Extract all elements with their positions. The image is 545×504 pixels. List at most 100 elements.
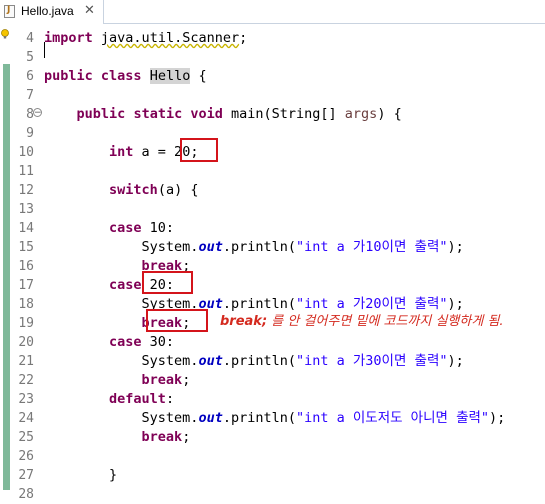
line-number: 14 [18, 221, 34, 236]
code-token: default [109, 391, 166, 407]
editor-tab-bar: J Hello.java ✕ [0, 0, 545, 24]
code-line[interactable]: 7 [0, 86, 545, 105]
code-token: ; [182, 429, 191, 445]
code-token: main(String[] [222, 106, 345, 122]
code-token: out [198, 410, 223, 426]
line-number: 4 [26, 31, 34, 46]
line-number: 6 [26, 69, 34, 84]
code-text: default: [44, 390, 174, 409]
line-number: 12 [18, 183, 34, 198]
code-token: switch [109, 182, 158, 198]
code-line[interactable]: 16 break; [0, 257, 545, 276]
code-line[interactable]: 25 break; [0, 428, 545, 447]
line-number: 5 [26, 50, 34, 65]
line-number: 23 [18, 392, 34, 407]
code-token: : [165, 391, 175, 407]
code-line[interactable]: 13 [0, 200, 545, 219]
code-line[interactable]: 26 [0, 447, 545, 466]
highlight-box-case-20 [142, 271, 193, 294]
code-line[interactable]: 20 case 30: [0, 333, 545, 352]
code-line[interactable]: 28 [0, 485, 545, 504]
highlight-box-value-20 [180, 138, 218, 162]
code-line[interactable]: 23 default: [0, 390, 545, 409]
code-token: .println( [222, 239, 296, 255]
code-token: ); [447, 353, 464, 369]
code-text: public class Hello { [44, 67, 207, 86]
code-text: switch(a) { [44, 181, 198, 200]
code-line[interactable]: 9 [0, 124, 545, 143]
code-token: int [109, 144, 134, 160]
code-token: import [44, 30, 93, 46]
code-line[interactable]: 22 break; [0, 371, 545, 390]
code-text: case 10: [44, 219, 174, 238]
code-line[interactable]: 27 } [0, 466, 545, 485]
code-line[interactable]: 21 System.out.println("int a 가30이면 출력"); [0, 352, 545, 371]
annotation-note: break; 를 안 걸어주면 밑에 코드까지 실행하게 됨. [220, 310, 504, 329]
code-token: System. [44, 353, 199, 369]
code-token: { [190, 68, 207, 84]
code-token: case [109, 220, 142, 236]
code-text: System.out.println("int a 이도저도 아니면 출력"); [44, 409, 506, 428]
line-number: 20 [18, 335, 34, 350]
code-line[interactable]: 14 case 10: [0, 219, 545, 238]
code-line[interactable]: 4 import java.util.Scanner; [0, 29, 545, 48]
line-number: 16 [18, 259, 34, 274]
close-tab-icon[interactable]: ✕ [84, 3, 95, 18]
code-line[interactable]: 5 [0, 48, 545, 67]
line-number: 22 [18, 373, 34, 388]
line-number: 11 [18, 164, 34, 179]
code-text: } [44, 466, 117, 485]
code-text: break; [44, 371, 191, 390]
annotation-text: 를 안 걸어주면 밑에 코드까지 실행하게 됨. [267, 314, 504, 329]
code-line[interactable]: 17 case 20: [0, 276, 545, 295]
tab-hello-java[interactable]: J Hello.java ✕ [0, 0, 104, 24]
code-token: case [109, 334, 142, 350]
code-token: .println( [222, 410, 296, 426]
code-text: case 30: [44, 333, 174, 352]
code-token: public [44, 68, 93, 84]
code-line[interactable]: 15 System.out.println("int a 가10이면 출력"); [0, 238, 545, 257]
line-number: 10 [18, 145, 34, 160]
fold-toggle-icon[interactable]: − [33, 108, 42, 118]
code-line[interactable]: 24 System.out.println("int a 이도저도 아니면 출력… [0, 409, 545, 428]
code-line[interactable]: 8− public static void main(String[] args… [0, 105, 545, 124]
code-token: ); [489, 410, 506, 426]
code-token: (a) { [157, 182, 199, 198]
line-number: 9 [26, 126, 34, 141]
code-token: 30: [141, 334, 175, 350]
code-token: out [198, 239, 223, 255]
line-number: 19 [18, 316, 34, 331]
code-token: class [100, 68, 142, 84]
line-number: 13 [18, 202, 34, 217]
code-token: out [198, 353, 223, 369]
code-token: void [190, 106, 223, 122]
code-line[interactable]: 11 [0, 162, 545, 181]
code-token: ) { [377, 106, 402, 122]
code-line[interactable]: 12 switch(a) { [0, 181, 545, 200]
code-token: args [344, 106, 378, 122]
code-token: static [133, 106, 183, 122]
code-token: 10: [141, 220, 175, 236]
code-token: break [141, 429, 183, 445]
text-cursor [44, 42, 45, 58]
line-number: 15 [18, 240, 34, 255]
code-token: System. [44, 239, 199, 255]
code-line[interactable]: 10 int a = 20; [0, 143, 545, 162]
highlight-box-break [146, 309, 208, 332]
code-token: System. [44, 410, 199, 426]
line-number: 7 [26, 88, 34, 103]
code-line[interactable]: 6 public class Hello { [0, 67, 545, 86]
code-text: System.out.println("int a 가10이면 출력"); [44, 238, 464, 257]
